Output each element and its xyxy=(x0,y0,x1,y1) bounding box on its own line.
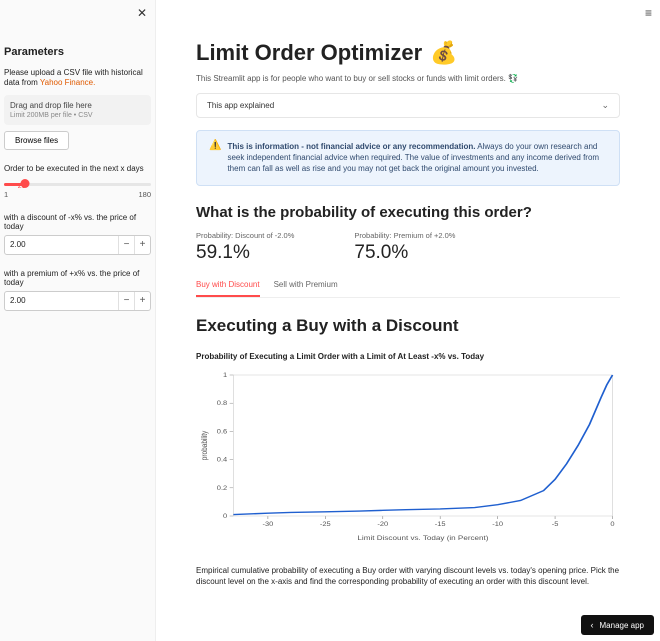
premium-increment[interactable]: + xyxy=(134,292,150,310)
svg-text:-10: -10 xyxy=(492,521,503,527)
close-icon[interactable]: ✕ xyxy=(137,6,147,20)
svg-text:0.4: 0.4 xyxy=(217,457,228,463)
premium-stepper[interactable]: 2.00 − + xyxy=(4,291,151,311)
dropzone-sub: Limit 200MB per file • CSV xyxy=(10,112,145,119)
svg-text:-25: -25 xyxy=(320,521,331,527)
sidebar: ✕ Parameters Please upload a CSV file wi… xyxy=(0,0,156,641)
file-dropzone[interactable]: Drag and drop file here Limit 200MB per … xyxy=(4,95,151,125)
chevron-left-icon: ‹ xyxy=(591,620,594,630)
page-subtitle: This Streamlit app is for people who wan… xyxy=(196,74,620,83)
info-alert: ⚠️ This is information - not financial a… xyxy=(196,130,620,186)
premium-decrement[interactable]: − xyxy=(118,292,134,310)
discount-label: with a discount of -x% vs. the price of … xyxy=(4,213,151,231)
page-title: Limit Order Optimizer 💰 xyxy=(196,40,620,66)
warning-icon: ⚠️ xyxy=(209,141,221,175)
premium-label: with a premium of +x% vs. the price of t… xyxy=(4,269,151,287)
slider-range: 1 180 xyxy=(4,190,151,199)
exec-heading: Executing a Buy with a Discount xyxy=(196,316,620,336)
discount-stepper[interactable]: 2.00 − + xyxy=(4,235,151,255)
chevron-down-icon: ⌄ xyxy=(601,100,609,111)
discount-value: 2.00 xyxy=(5,240,118,249)
expander-this-app-explained[interactable]: This app explained ⌄ xyxy=(196,93,620,118)
hamburger-menu-icon[interactable]: ≡ xyxy=(645,6,652,20)
svg-text:-30: -30 xyxy=(262,521,273,527)
svg-text:0: 0 xyxy=(223,513,227,519)
metrics-row: Probability: Discount of -2.0% 59.1% Pro… xyxy=(196,231,620,264)
chart-container: Probability of Executing a Limit Order w… xyxy=(196,352,620,547)
svg-text:0.6: 0.6 xyxy=(217,429,228,435)
days-slider[interactable]: 20 xyxy=(4,183,151,186)
upload-label: Please upload a CSV file with historical… xyxy=(4,68,151,89)
svg-text:Limit Discount vs. Today (in P: Limit Discount vs. Today (in Percent) xyxy=(357,533,488,541)
svg-text:0: 0 xyxy=(610,521,614,527)
browse-files-button[interactable]: Browse files xyxy=(4,131,69,150)
tabs: Buy with Discount Sell with Premium xyxy=(196,276,620,298)
discount-decrement[interactable]: − xyxy=(118,236,134,254)
premium-value: 2.00 xyxy=(5,296,118,305)
chart-caption: Empirical cumulative probability of exec… xyxy=(196,565,620,587)
probability-line-chart: 0 0.2 0.4 0.6 0.8 1 -30 -25 -20 -15 -10 -5 0 Limit Di… xyxy=(196,369,620,544)
manage-app-button[interactable]: ‹ Manage app xyxy=(581,615,654,635)
tab-buy-discount[interactable]: Buy with Discount xyxy=(196,276,260,297)
slider-thumb[interactable] xyxy=(20,179,29,188)
moneybag-icon: 💰 xyxy=(430,40,457,66)
dropzone-main: Drag and drop file here xyxy=(10,101,145,110)
chart-title: Probability of Executing a Limit Order w… xyxy=(196,352,620,361)
discount-increment[interactable]: + xyxy=(134,236,150,254)
yahoo-finance-link[interactable]: Yahoo Finance. xyxy=(40,78,95,87)
tab-sell-premium[interactable]: Sell with Premium xyxy=(274,276,338,297)
probability-heading: What is the probability of executing thi… xyxy=(196,204,620,221)
svg-text:0.8: 0.8 xyxy=(217,400,228,406)
sidebar-heading: Parameters xyxy=(4,46,151,58)
metric-premium: Probability: Premium of +2.0% 75.0% xyxy=(354,231,455,264)
svg-text:-15: -15 xyxy=(435,521,446,527)
metric-discount: Probability: Discount of -2.0% 59.1% xyxy=(196,231,294,264)
svg-text:-5: -5 xyxy=(552,521,559,527)
svg-text:1: 1 xyxy=(223,372,227,378)
svg-text:-20: -20 xyxy=(377,521,388,527)
days-slider-label: Order to be executed in the next x days xyxy=(4,164,151,173)
main-content: Limit Order Optimizer 💰 This Streamlit a… xyxy=(156,0,660,641)
svg-text:probability: probability xyxy=(200,430,210,460)
svg-text:0.2: 0.2 xyxy=(217,485,228,491)
